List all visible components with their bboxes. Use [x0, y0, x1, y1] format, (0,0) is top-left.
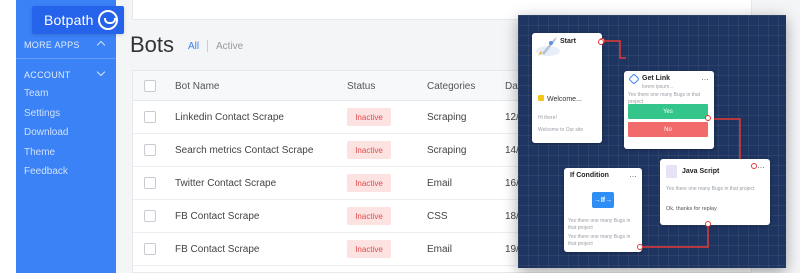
brand-logo[interactable]: Botpath: [32, 6, 124, 34]
status-badge: Inactive: [347, 240, 391, 258]
bot-name: Linkedin Contact Scrape: [175, 112, 284, 123]
node-text-1: Yes there one many Bugs in that project: [568, 218, 631, 231]
more-options-icon[interactable]: …: [757, 161, 765, 170]
node-title: Start: [560, 38, 576, 45]
bot-date: 12/: [505, 112, 519, 123]
node-title: If Condition: [570, 172, 609, 179]
javascript-output-port[interactable]: [705, 221, 711, 227]
node-title: Java Script: [682, 168, 720, 175]
if-condition-icon: →If→: [592, 192, 614, 208]
sidebar-section-account[interactable]: ACCOUNT: [24, 70, 71, 80]
flow-canvas[interactable]: Start Welcome... Hi there! Welcome to Ou…: [518, 15, 786, 268]
sidebar-item-theme[interactable]: Theme: [24, 147, 55, 158]
bot-name: FB Contact Scrape: [175, 244, 260, 255]
select-all-checkbox[interactable]: [144, 80, 156, 92]
more-options-icon[interactable]: …: [701, 73, 709, 82]
bot-name: Search metrics Contact Scrape: [175, 145, 314, 156]
row-checkbox[interactable]: [144, 210, 156, 222]
node-welcome: Welcome...: [547, 96, 582, 103]
get-link-output-port[interactable]: [705, 115, 711, 121]
node-text-2: Yes there one many Bugs in that project: [568, 234, 631, 247]
get-link-input-port[interactable]: [598, 39, 604, 45]
bot-name: FB Contact Scrape: [175, 211, 260, 222]
bot-name: Twitter Contact Scrape: [175, 178, 277, 189]
status-badge: Inactive: [347, 108, 391, 126]
flow-node-start[interactable]: Start Welcome... Hi there! Welcome to Ou…: [532, 33, 602, 143]
page-title: Bots: [130, 32, 175, 57]
sidebar-item-settings[interactable]: Settings: [24, 108, 60, 119]
row-checkbox[interactable]: [144, 111, 156, 123]
node-message: Welcome to Our site: [538, 127, 584, 133]
rocket-icon: [536, 37, 560, 56]
header-categories[interactable]: Categories: [427, 81, 475, 92]
more-options-icon[interactable]: …: [629, 170, 637, 179]
bot-face-icon: [98, 10, 118, 30]
bot-category: Scraping: [427, 145, 467, 156]
link-icon: [628, 73, 640, 85]
bot-category: CSS: [427, 211, 448, 222]
filter-active-tab[interactable]: Active: [216, 41, 243, 52]
sidebar-item-team[interactable]: Team: [24, 88, 48, 99]
bot-date: 18/: [505, 211, 519, 222]
status-badge: Inactive: [347, 141, 391, 159]
bot-date: 16/: [505, 178, 519, 189]
node-title: Get Link: [642, 75, 671, 82]
node-subtitle: lorem ipsum...: [642, 84, 674, 90]
bot-category: Scraping: [427, 112, 467, 123]
filter-all-tab[interactable]: All: [188, 41, 199, 52]
javascript-input-port[interactable]: [751, 163, 757, 169]
status-badge: Inactive: [347, 174, 391, 192]
filter-divider: [207, 40, 208, 52]
connector-start-getlink: [602, 40, 626, 59]
brand-name: Botpath: [44, 12, 94, 28]
connector-java-if: [641, 223, 709, 248]
flow-node-if-condition[interactable]: If Condition … →If→ Yes there one many B…: [564, 168, 642, 252]
header-bot-name[interactable]: Bot Name: [175, 81, 219, 92]
smile-emoji-icon: [538, 95, 544, 101]
no-button[interactable]: No: [628, 122, 708, 137]
javascript-file-icon: [666, 165, 677, 178]
bot-category: Email: [427, 244, 453, 255]
header-status[interactable]: Status: [347, 81, 375, 92]
sidebar-divider: [16, 58, 116, 59]
row-checkbox[interactable]: [144, 243, 156, 255]
yes-button[interactable]: Yes: [628, 104, 708, 119]
sidebar-section-more-apps[interactable]: MORE APPS: [24, 40, 80, 50]
flow-node-get-link[interactable]: Get Link … lorem ipsum... Yes there one …: [624, 71, 714, 149]
node-description: Yes there one many Bugs in that project: [666, 186, 755, 192]
bot-date: 14/: [505, 145, 519, 156]
node-reply: Ok, thanks for replay: [666, 206, 717, 212]
row-checkbox[interactable]: [144, 144, 156, 156]
sidebar-item-download[interactable]: Download: [24, 127, 68, 138]
sidebar-item-feedback[interactable]: Feedback: [24, 166, 68, 177]
status-badge: Inactive: [347, 207, 391, 225]
bot-category: Email: [427, 178, 453, 189]
node-hi: Hi there!: [538, 115, 557, 121]
row-checkbox[interactable]: [144, 177, 156, 189]
bot-date: 19/: [505, 244, 519, 255]
if-condition-input-port[interactable]: [637, 244, 643, 250]
